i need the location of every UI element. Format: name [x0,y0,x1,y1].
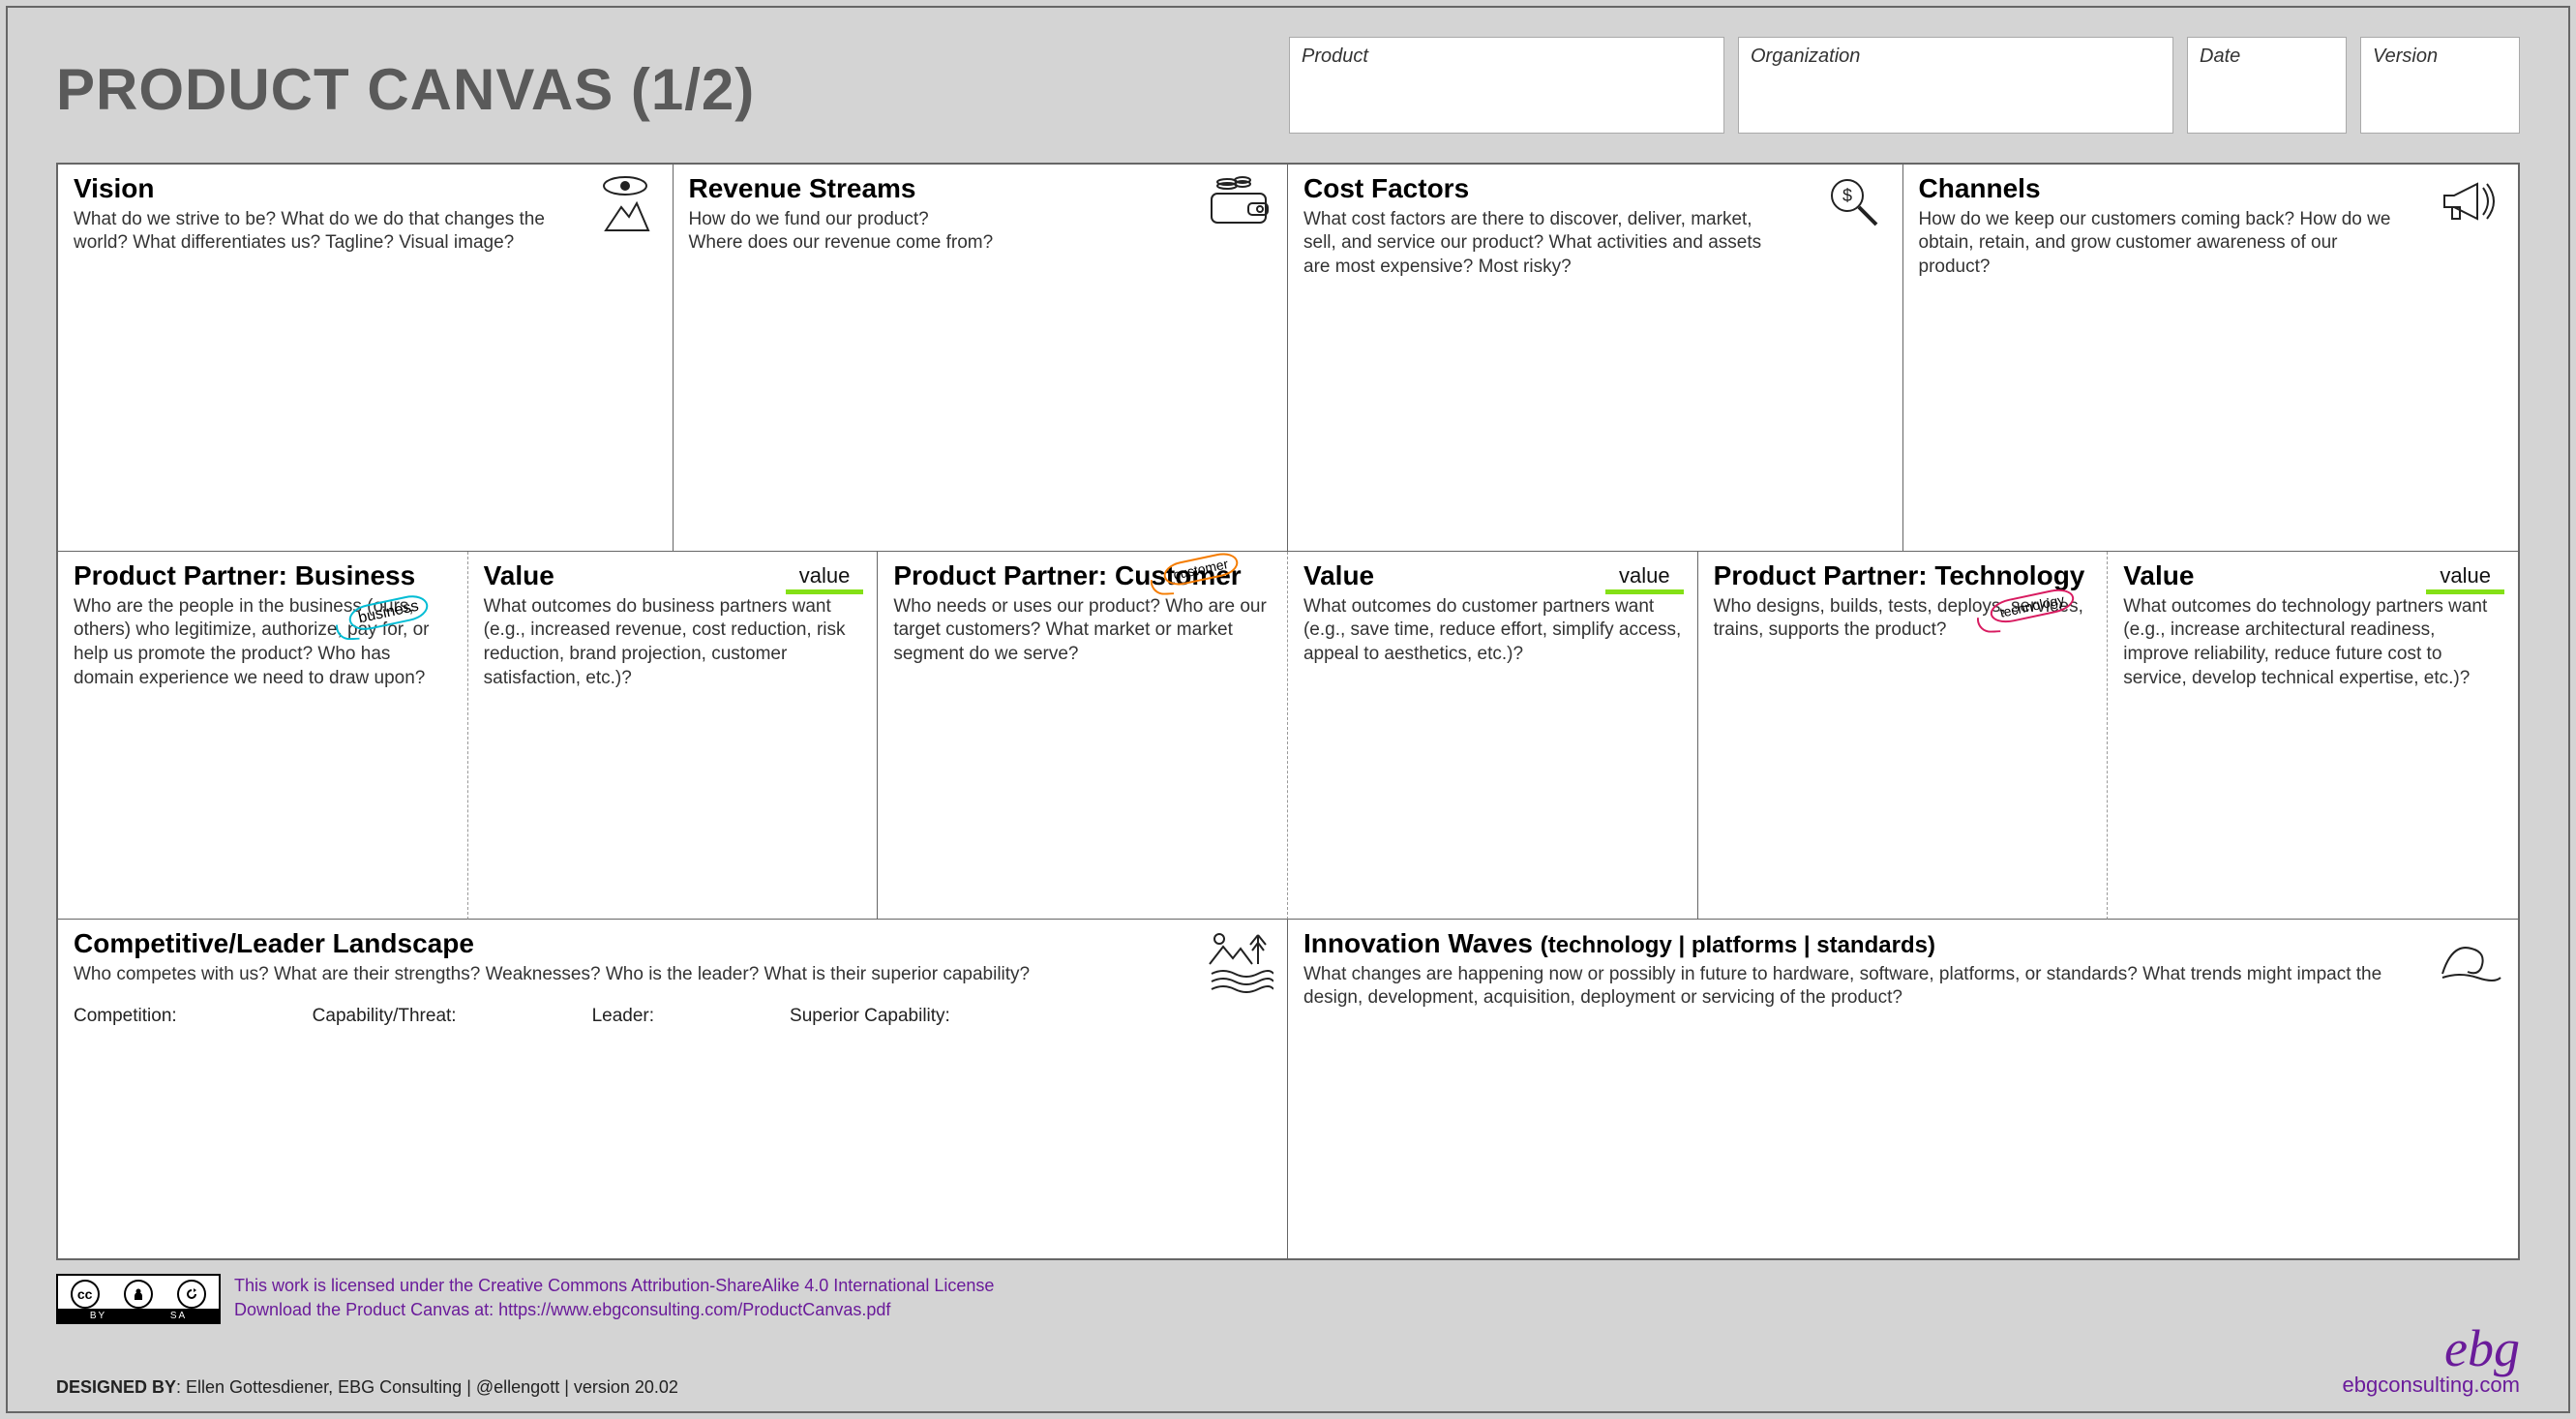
landscape-icon [1206,929,1273,987]
label-leader: Leader: [592,1006,654,1027]
cell-revenue: Revenue Streams How do we fund our produ… [674,165,1289,552]
revenue-title: Revenue Streams [689,174,1273,204]
cell-partner-customer: Product Partner: Customer Who needs or u… [878,552,1288,920]
cost-title: Cost Factors [1303,174,1887,204]
cc-by-text: BY [90,1311,106,1321]
meta-product-label: Product [1302,45,1368,67]
designed-by-label: DESIGNED BY [56,1377,176,1397]
cell-value-customer: Value What outcomes do customer partners… [1288,552,1698,920]
revenue-desc: How do we fund our product? Where does o… [689,208,1167,256]
meta-organization-label: Organization [1751,45,1860,67]
by-icon [124,1280,153,1309]
innovation-title: Innovation Waves (technology | platforms… [1303,929,2502,959]
row-partners: Product Partner: Business Who are the pe… [58,552,2518,920]
header-row: PRODUCT CANVAS (1/2) Product Organizatio… [56,37,2520,143]
sa-icon [177,1280,206,1309]
cell-partner-business: Product Partner: Business Who are the pe… [58,552,468,920]
cell-channels: Channels How do we keep our customers co… [1903,165,2519,552]
label-superior-capability: Superior Capability: [790,1006,950,1027]
ebg-logo: ebg ebgconsulting.com [2343,1325,2520,1398]
cost-desc: What cost factors are there to discover,… [1303,208,1782,280]
vision-desc: What do we strive to be? What do we do t… [74,208,552,256]
row-top: Vision What do we strive to be? What do … [58,165,2518,552]
competitive-labels: Competition: Capability/Threat: Leader: … [74,1006,1272,1027]
cell-cost: Cost Factors What cost factors are there… [1288,165,1903,552]
meta-date-field[interactable]: Date [2187,37,2347,134]
cc-band: BY SA [58,1309,219,1322]
partner-business-title: Product Partner: Business [74,561,452,591]
competitive-desc: Who competes with us? What are their str… [74,963,1212,987]
svg-text:$: $ [1842,186,1851,205]
meta-organization-field[interactable]: Organization [1738,37,2173,134]
canvas-frame: PRODUCT CANVAS (1/2) Product Organizatio… [6,6,2570,1413]
competitive-title: Competitive/Leader Landscape [74,929,1272,959]
page-title: PRODUCT CANVAS (1/2) [56,37,1289,123]
footer: cc BY SA This work is licensed under the… [56,1274,2520,1324]
meta-product-field[interactable]: Product [1289,37,1724,134]
partner-customer-desc: Who needs or uses our product? Who are o… [893,595,1272,667]
ebg-logo-script: ebg [2343,1325,2520,1373]
vision-title: Vision [74,174,657,204]
cell-innovation: Innovation Waves (technology | platforms… [1288,920,2518,1258]
innovation-subtitle: (technology | platforms | standards) [1541,932,1935,958]
wave-icon [2437,929,2504,987]
cc-icon: cc [71,1280,100,1309]
innovation-desc: What changes are happening now or possib… [1303,963,2442,1011]
designed-by-value: : Ellen Gottesdiener, EBG Consulting | @… [176,1377,678,1397]
wallet-coins-icon [1206,174,1273,232]
value-tag-technology: value [2426,563,2504,594]
value-customer-desc: What outcomes do customer partners want … [1303,595,1682,667]
value-business-desc: What outcomes do business partners want … [484,595,862,691]
value-technology-desc: What outcomes do technology partners wan… [2123,595,2502,691]
label-capability-threat: Capability/Threat: [313,1006,457,1027]
cell-value-technology: Value What outcomes do technology partne… [2108,552,2518,920]
value-tag-customer: value [1605,563,1684,594]
meta-boxes: Product Organization Date Version [1289,37,2520,134]
download-line: Download the Product Canvas at: https://… [234,1298,994,1322]
dollar-magnify-icon: $ [1821,174,1889,232]
partner-technology-title: Product Partner: Technology [1714,561,2092,591]
designed-by: DESIGNED BY: Ellen Gottesdiener, EBG Con… [56,1377,678,1398]
megaphone-icon [2437,174,2504,232]
cell-competitive: Competitive/Leader Landscape Who compete… [58,920,1288,1258]
row-bottom: Competitive/Leader Landscape Who compete… [58,920,2518,1258]
ebg-logo-url: ebgconsulting.com [2343,1373,2520,1398]
meta-date-label: Date [2200,45,2240,67]
channels-title: Channels [1919,174,2503,204]
footer-text: This work is licensed under the Creative… [234,1274,994,1322]
cc-sa-text: SA [170,1311,187,1321]
canvas-grid: Vision What do we strive to be? What do … [56,163,2520,1260]
cc-license-badge: cc BY SA [56,1274,221,1324]
cell-vision: Vision What do we strive to be? What do … [58,165,674,552]
value-tag-business: value [786,563,864,594]
cell-value-business: Value What outcomes do business partners… [468,552,879,920]
channels-desc: How do we keep our customers coming back… [1919,208,2398,280]
innovation-title-text: Innovation Waves [1303,928,1533,958]
meta-version-label: Version [2373,45,2438,67]
cell-partner-technology: Product Partner: Technology Who designs,… [1698,552,2109,920]
meta-version-field[interactable]: Version [2360,37,2520,134]
label-competition: Competition: [74,1006,177,1027]
eye-mountain-icon [591,174,659,232]
license-line: This work is licensed under the Creative… [234,1274,994,1298]
